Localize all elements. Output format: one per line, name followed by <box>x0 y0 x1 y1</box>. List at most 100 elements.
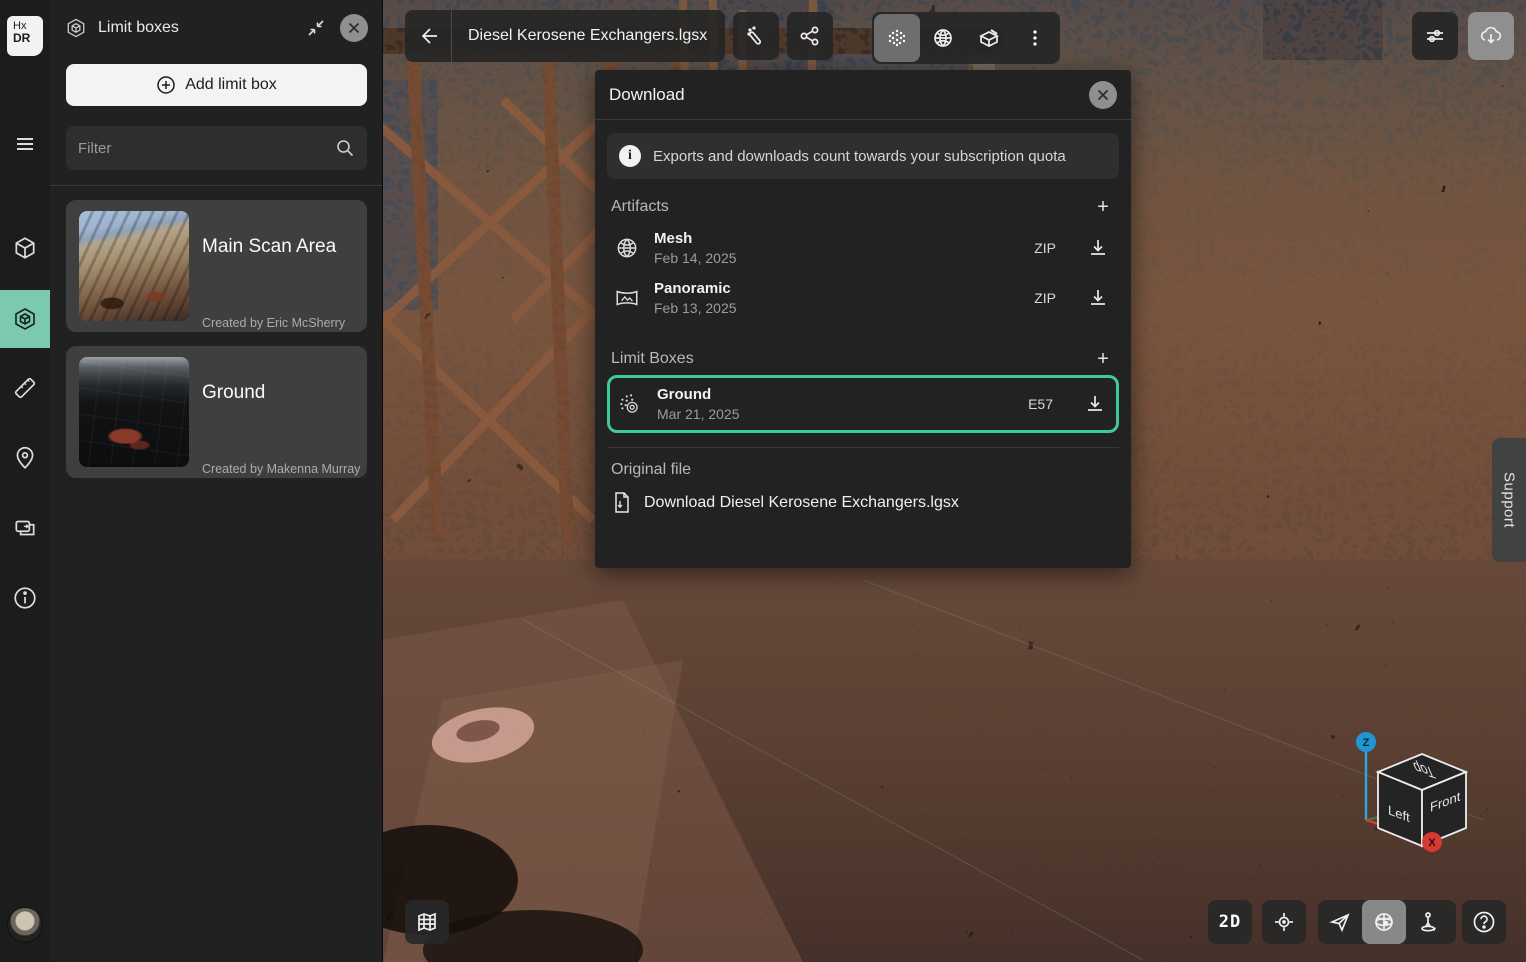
download-group <box>1468 12 1514 60</box>
ruler-icon <box>12 375 38 401</box>
quota-info-banner: i Exports and downloads count towards yo… <box>607 133 1119 179</box>
download-panoramic-button[interactable] <box>1083 283 1113 313</box>
limit-box-format: E57 <box>1028 396 1053 412</box>
artifacts-header: Artifacts <box>611 198 669 216</box>
navigation-mode-group <box>1318 900 1456 944</box>
title-divider <box>451 10 452 62</box>
back-button[interactable] <box>405 12 451 60</box>
artifact-format: ZIP <box>1034 240 1056 256</box>
walk-mode-button[interactable] <box>1406 900 1450 944</box>
download-ground-e57-button[interactable] <box>1080 389 1110 419</box>
panel-divider <box>50 185 382 186</box>
close-icon <box>347 21 361 35</box>
globe-icon <box>1372 910 1396 934</box>
walk-person-icon <box>1416 910 1440 934</box>
limit-box-icon <box>11 305 39 333</box>
download-panel-button[interactable] <box>1468 12 1514 60</box>
share-button[interactable] <box>787 12 833 60</box>
orbit-mode-button[interactable] <box>1362 900 1406 944</box>
user-avatar[interactable] <box>7 907 43 943</box>
filter-field <box>66 126 367 170</box>
pointcloud-mode-button[interactable] <box>874 14 920 62</box>
section-divider <box>607 447 1119 448</box>
close-panel-button[interactable] <box>340 14 368 42</box>
add-artifact-button[interactable]: + <box>1091 195 1115 219</box>
wand-icon <box>745 25 767 47</box>
sidebar-item-info[interactable] <box>0 576 50 620</box>
pointcloud-icon <box>616 391 644 417</box>
sidebar-item-measure[interactable] <box>0 366 50 410</box>
card-title: Main Scan Area <box>202 236 336 258</box>
sidebar-item-limit-boxes[interactable] <box>0 290 50 348</box>
limit-boxes-header: Limit Boxes <box>611 350 694 368</box>
panoramic-icon <box>613 285 641 311</box>
card-title: Ground <box>202 382 265 404</box>
share-group <box>787 12 833 60</box>
add-limit-box-export-button[interactable]: + <box>1091 347 1115 371</box>
download-panel-header: Download <box>595 70 1131 120</box>
artifact-date: Feb 13, 2025 <box>654 300 1021 316</box>
card-thumbnail <box>79 357 189 467</box>
axis-z-label: Z <box>1363 737 1370 749</box>
cube-icon <box>12 235 38 261</box>
download-tray-icon <box>1084 393 1106 415</box>
settings-sliders-button[interactable] <box>1412 12 1458 60</box>
help-button[interactable] <box>1462 900 1506 944</box>
hxdr-logo[interactable]: Hx DR <box>7 16 43 56</box>
limit-box-card-ground[interactable]: Ground Created by Makenna Murray <box>66 346 367 478</box>
more-options-button[interactable] <box>1012 14 1058 62</box>
file-download-icon <box>611 491 633 515</box>
target-icon <box>1272 910 1296 934</box>
plus-circle-icon <box>156 75 176 95</box>
download-mesh-button[interactable] <box>1083 233 1113 263</box>
sidebar-item-exports[interactable] <box>0 506 50 550</box>
add-limit-box-label: Add limit box <box>185 76 277 94</box>
card-subtitle: Created by Eric McSherry <box>202 316 345 330</box>
limit-box-date: Mar 21, 2025 <box>657 406 1015 422</box>
wand-tool-button[interactable] <box>733 12 779 60</box>
card-thumbnail <box>79 211 189 321</box>
mesh-mode-button[interactable] <box>920 14 966 62</box>
filter-input[interactable] <box>78 140 335 157</box>
axis-x-label: X <box>1428 837 1436 849</box>
download-panel-title: Download <box>609 85 1089 105</box>
collapse-panel-button[interactable] <box>302 14 330 42</box>
share-icon <box>799 25 821 47</box>
recenter-button[interactable] <box>1262 900 1306 944</box>
artifact-name: Mesh <box>654 230 1021 247</box>
fly-mode-button[interactable] <box>1318 900 1362 944</box>
paper-plane-icon <box>1328 910 1352 934</box>
support-tab-label: Support <box>1501 472 1518 528</box>
textured-mesh-mode-button[interactable] <box>966 14 1012 62</box>
file-title: Diesel Kerosene Exchangers.lgsx <box>468 27 707 45</box>
original-file-text: Download Diesel Kerosene Exchangers.lgsx <box>644 494 959 512</box>
kebab-menu-icon <box>1025 28 1045 48</box>
map-grid-icon <box>415 910 439 934</box>
view-mode-group <box>872 12 1060 64</box>
limit-box-card-main-scan-area[interactable]: Main Scan Area Created by Eric McSherry <box>66 200 367 332</box>
minimap-button[interactable] <box>405 900 449 944</box>
highlighted-limit-box-row[interactable]: Ground Mar 21, 2025 E57 <box>607 375 1119 433</box>
pointcloud-icon <box>885 26 909 50</box>
info-icon <box>12 585 38 611</box>
close-icon <box>1096 88 1110 102</box>
download-panel-close-button[interactable] <box>1089 81 1117 109</box>
hamburger-icon <box>13 132 37 156</box>
add-limit-box-button[interactable]: Add limit box <box>66 64 367 106</box>
artifact-name: Panoramic <box>654 280 1021 297</box>
app-window: Diesel Kerosene Exchangers.lgsx <box>0 0 1526 962</box>
download-original-file-link[interactable]: Download Diesel Kerosene Exchangers.lgsx <box>611 491 1115 515</box>
support-tab[interactable]: Support <box>1492 438 1526 562</box>
logo-line2: DR <box>13 32 43 44</box>
artifact-row-panoramic[interactable]: Panoramic Feb 13, 2025 ZIP <box>607 273 1119 323</box>
2d-label: 2D <box>1219 912 1241 932</box>
2d-mode-button[interactable]: 2D <box>1208 900 1252 944</box>
main-menu-button[interactable] <box>0 122 50 166</box>
sidebar-item-locations[interactable] <box>0 436 50 480</box>
orientation-cube[interactable]: Left Front Top Z X <box>1348 726 1488 858</box>
cloud-download-icon <box>1478 23 1504 49</box>
mesh-sphere-icon <box>613 235 641 261</box>
sidebar-item-models[interactable] <box>0 226 50 270</box>
search-icon[interactable] <box>335 138 355 158</box>
artifact-row-mesh[interactable]: Mesh Feb 14, 2025 ZIP <box>607 223 1119 273</box>
